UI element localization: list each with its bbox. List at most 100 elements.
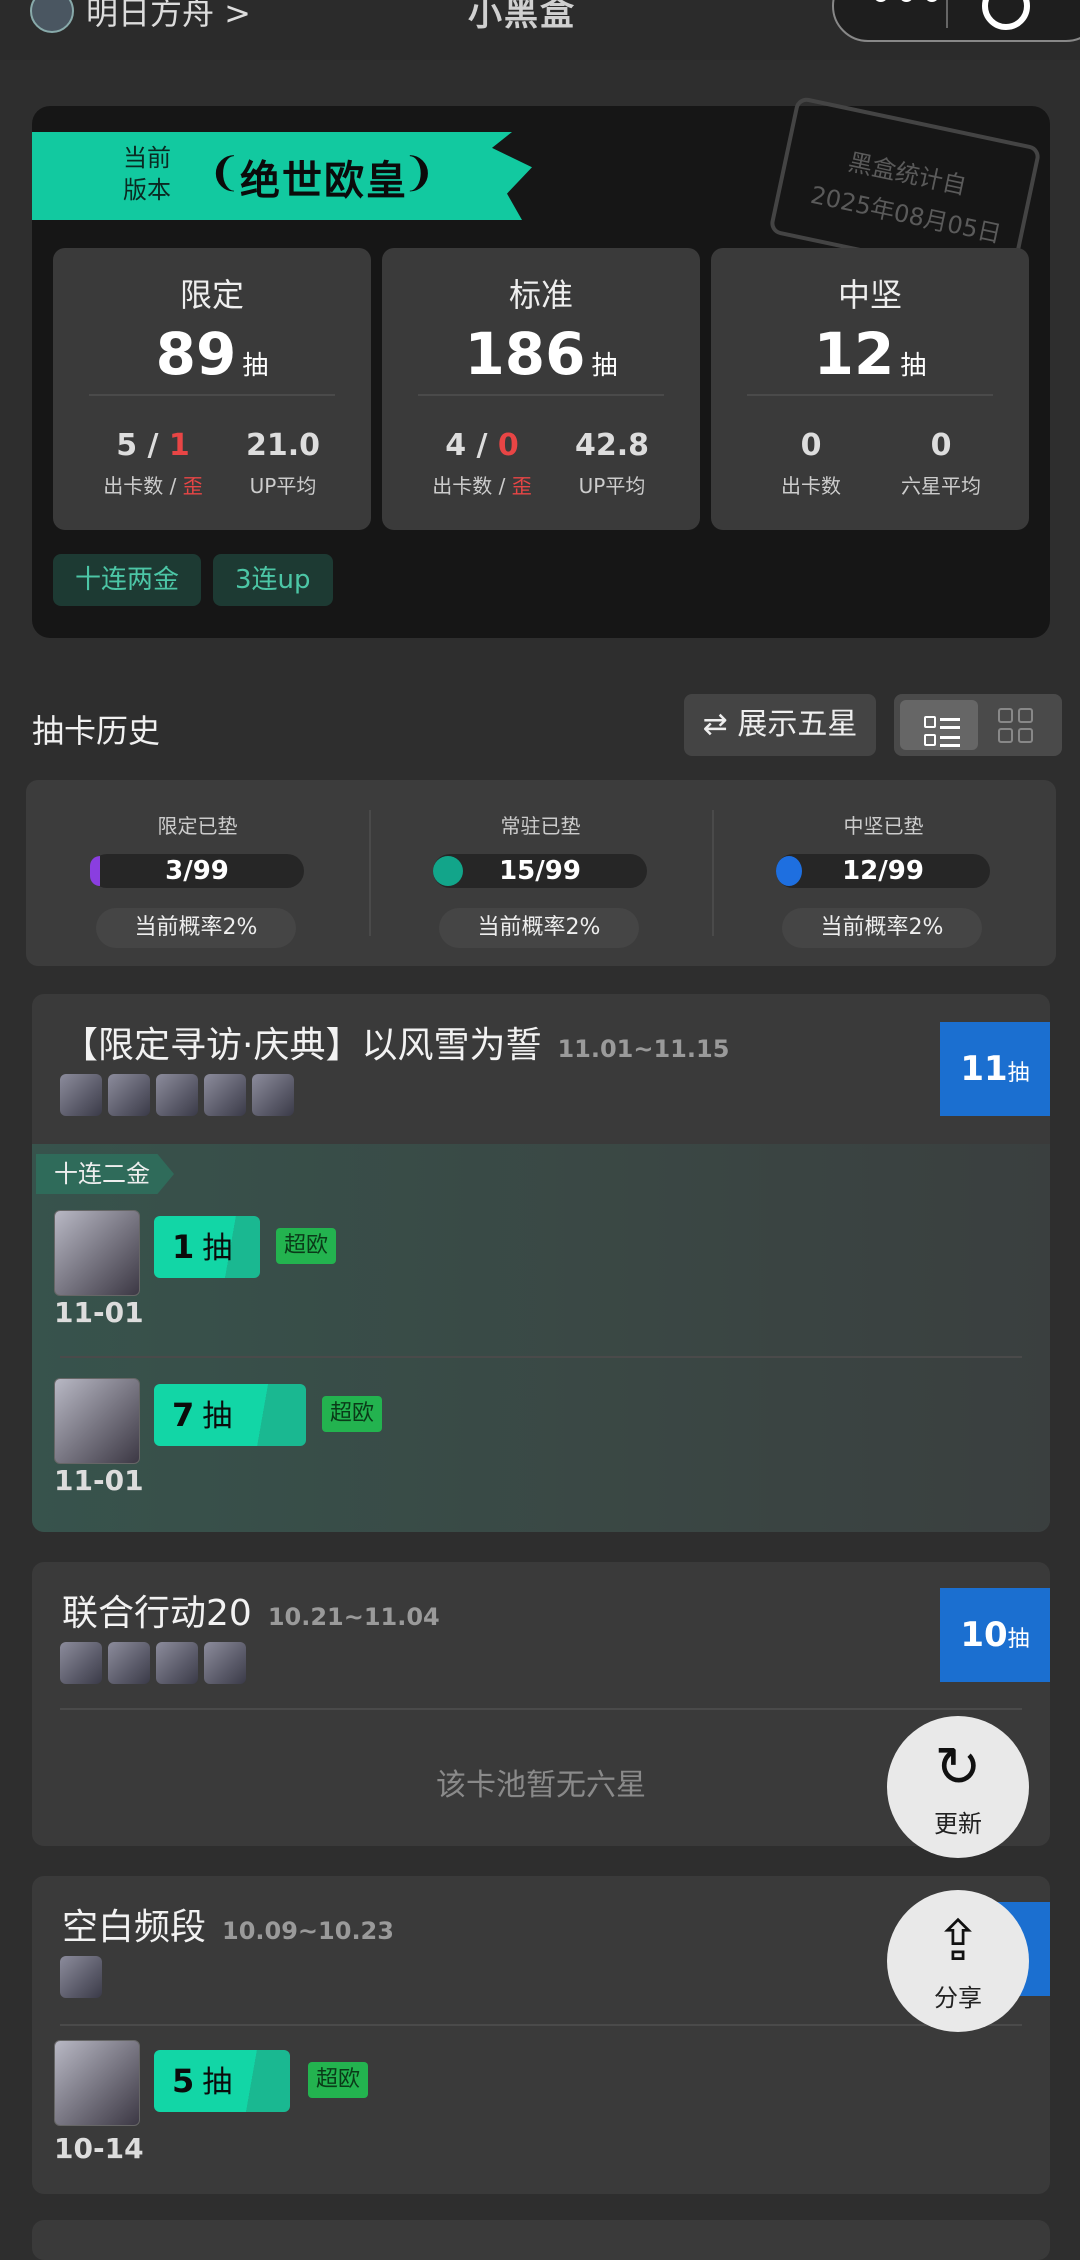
- view-toggle: [894, 694, 1062, 756]
- operator-avatar: [108, 1074, 150, 1116]
- stat-sub-1: 出卡数 / 歪: [432, 474, 532, 498]
- refresh-label: 更新: [934, 1810, 982, 1838]
- operator-portrait[interactable]: [54, 1378, 140, 1464]
- stat-count: 186 抽: [464, 320, 618, 388]
- laurel-right-icon: ❩: [402, 150, 436, 196]
- pool-card-partial: [32, 2220, 1050, 2260]
- app-name: 明日方舟 >: [86, 0, 251, 32]
- pity-caption: 中坚已垫: [843, 814, 924, 838]
- luck-badge: 超欧: [308, 2062, 369, 2098]
- pity-standard: 常驻已垫 15/99 当前概率2%: [369, 780, 712, 966]
- operator-avatar: [60, 1956, 102, 1998]
- stat-sub-2: UP平均: [249, 474, 317, 498]
- pool-card[interactable]: 【限定寻访·庆典】以风雪为誓 11.01~11.15 11抽 十连二金 1抽 超欧…: [32, 994, 1050, 1532]
- stat-divider: [418, 394, 664, 396]
- pity-caption: 常驻已垫: [500, 814, 581, 838]
- tag-three-up: 3连up: [213, 554, 333, 606]
- stat-value-2: 42.8: [574, 428, 650, 463]
- ribbon-label: 十连二金: [36, 1154, 174, 1194]
- operator-portrait[interactable]: [54, 2040, 140, 2126]
- row-divider: [60, 1356, 1022, 1358]
- share-label: 分享: [934, 1984, 982, 2012]
- pity-bar: 15/99: [433, 854, 647, 888]
- pool-avatars: [60, 1956, 102, 1998]
- capsule-divider: [946, 0, 948, 28]
- stat-sub-1: 出卡数 / 歪: [103, 474, 203, 498]
- pool-title: 【限定寻访·庆典】以风雪为誓 11.01~11.15: [62, 1025, 730, 1066]
- banner-version-text: 版本: [123, 176, 171, 204]
- banner-current-text: 当前: [123, 144, 171, 172]
- stat-standard: 标准 186 抽 4 / 0 42.8 出卡数 / 歪 UP平均: [382, 248, 700, 530]
- stat-value-1: 5 / 1: [116, 428, 190, 463]
- list-icon: [924, 714, 960, 748]
- pity-value: 15/99: [499, 856, 581, 886]
- close-target-icon[interactable]: [982, 0, 1030, 30]
- stat-label: 限定: [179, 276, 244, 314]
- stat-sub-2: 六星平均: [901, 474, 981, 498]
- mini-program-capsule: •••: [832, 0, 1080, 42]
- pull-date: 11-01: [54, 1464, 144, 1497]
- banner-title: 绝世欧皇: [240, 158, 408, 204]
- operator-avatar: [204, 1074, 246, 1116]
- tag-ten-two-gold: 十连两金: [53, 554, 202, 606]
- stat-count: 89 抽: [155, 320, 269, 388]
- operator-avatar: [156, 1074, 198, 1116]
- brand-logo: 小黑盒: [468, 0, 576, 35]
- stat-value-2: 21.0: [245, 428, 321, 463]
- stat-divider: [89, 394, 335, 396]
- row-divider: [60, 2024, 1022, 2026]
- pity-rate: 当前概率2%: [96, 908, 296, 948]
- stat-label: 标准: [508, 276, 573, 314]
- share-button[interactable]: ⇪ 分享: [887, 1890, 1029, 2032]
- pity-rate: 当前概率2%: [439, 908, 639, 948]
- stat-count: 12 抽: [813, 320, 927, 388]
- operator-avatar: [156, 1642, 198, 1684]
- pity-bar: 3/99: [90, 854, 304, 888]
- pull-count-pill: 7抽: [154, 1384, 306, 1446]
- laurel-left-icon: ❨: [208, 150, 242, 196]
- stat-divider: [747, 394, 993, 396]
- refresh-icon: ↻: [934, 1735, 982, 1800]
- pool-count-badge: 10抽: [940, 1588, 1050, 1682]
- top-bar: 明日方舟 > 小黑盒 •••: [0, 0, 1080, 60]
- pity-value: 12/99: [842, 856, 924, 886]
- pity-bar: 12/99: [776, 854, 990, 888]
- pity-value: 3/99: [165, 856, 229, 886]
- pull-date: 11-01: [54, 1296, 144, 1329]
- operator-avatar: [108, 1642, 150, 1684]
- history-title: 抽卡历史: [32, 712, 161, 750]
- operator-avatar: [60, 1642, 102, 1684]
- version-banner: 当前 版本 ❨ 绝世欧皇 ❩: [32, 132, 532, 220]
- game-avatar: [30, 0, 74, 33]
- pool-avatars: [60, 1642, 246, 1684]
- stat-value-1: 0: [800, 428, 822, 463]
- list-view-button[interactable]: [900, 700, 978, 750]
- luck-badge: 超欧: [322, 1396, 383, 1432]
- pool-count-badge: 11抽: [940, 1022, 1050, 1116]
- stat-label: 中坚: [837, 276, 902, 314]
- pity-card: 限定已垫 3/99 当前概率2% 常驻已垫 15/99 当前概率2% 中坚已垫 …: [26, 780, 1056, 966]
- pity-core: 中坚已垫 12/99 当前概率2%: [712, 780, 1055, 966]
- pity-caption: 限定已垫: [157, 814, 238, 838]
- share-icon: ⇪: [934, 1909, 982, 1974]
- refresh-button[interactable]: ↻ 更新: [887, 1716, 1029, 1858]
- brand-name: 小黑盒: [468, 0, 576, 34]
- banner-current: 当前 版本: [112, 142, 182, 206]
- app-switch[interactable]: 明日方舟 >: [30, 0, 251, 34]
- pity-rate: 当前概率2%: [782, 908, 982, 948]
- operator-avatar: [60, 1074, 102, 1116]
- pull-count-pill: 5抽: [154, 2050, 290, 2112]
- operator-avatar: [204, 1642, 246, 1684]
- operator-avatar: [252, 1074, 294, 1116]
- more-icon[interactable]: •••: [868, 0, 945, 20]
- pool-avatars: [60, 1074, 294, 1116]
- luck-badge: 超欧: [276, 1228, 337, 1264]
- stat-core: 中坚 12 抽 0 0 出卡数 六星平均: [711, 248, 1029, 530]
- stat-limited: 限定 89 抽 5 / 1 21.0 出卡数 / 歪 UP平均: [53, 248, 371, 530]
- grid-icon[interactable]: [998, 708, 1034, 744]
- stat-sub-1: 出卡数: [781, 474, 841, 498]
- operator-portrait[interactable]: [54, 1210, 140, 1296]
- pity-limited: 限定已垫 3/99 当前概率2%: [26, 780, 369, 966]
- show-five-star-button[interactable]: ⇄ 展示五星: [684, 694, 876, 756]
- pull-count-pill: 1抽: [154, 1216, 260, 1278]
